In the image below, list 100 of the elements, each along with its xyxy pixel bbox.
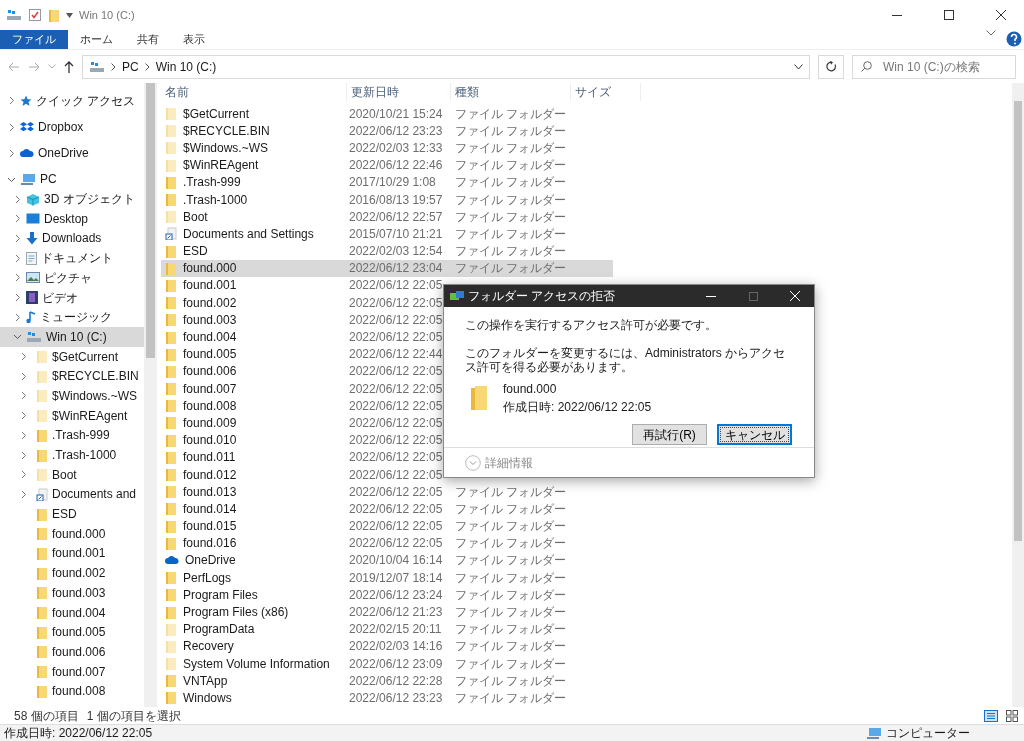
file-row[interactable]: OneDrive 2020/10/04 16:14 ファイル フォルダー — [161, 551, 613, 570]
back-arrow-icon — [8, 61, 20, 72]
breadcrumb-item[interactable]: PC — [122, 57, 139, 76]
sidebar-item[interactable]: ドキュメント — [0, 248, 144, 268]
dialog-button[interactable]: 再試行(R) — [632, 424, 707, 445]
sidebar-item[interactable]: found.001 — [0, 543, 144, 564]
music-note-icon — [26, 310, 36, 324]
file-row[interactable]: $Windows.~WS 2022/02/03 12:33 ファイル フォルダー — [161, 139, 613, 157]
file-row[interactable]: Recovery 2022/02/03 14:16 ファイル フォルダー — [161, 637, 613, 655]
file-row[interactable]: found.010 2022/06/12 22:05 — [161, 431, 613, 449]
sidebar-item[interactable]: found.007 — [0, 661, 144, 682]
sidebar-item[interactable]: $GetCurrent — [0, 346, 144, 367]
cube-icon — [26, 192, 40, 206]
search-field[interactable]: Win 10 (C:)の検索 — [852, 54, 1016, 79]
sidebar-item[interactable]: 3D オブジェクト — [0, 189, 144, 209]
forward-arrow-icon — [28, 61, 40, 72]
sidebar-item[interactable]: found.005 — [0, 622, 144, 643]
sidebar-item[interactable]: PC — [0, 169, 144, 190]
file-row[interactable]: Program Files (x86) 2022/06/12 21:23 ファイル フォルダー — [161, 603, 613, 621]
modified-date: 2022/06/12 22:05 — [348, 294, 444, 312]
breadcrumb-chevron-icon — [144, 62, 150, 71]
modified-date: 2022/06/12 22:28 — [348, 672, 444, 690]
file-row[interactable]: found.015 2022/06/12 22:05 ファイル フォルダー — [161, 517, 613, 535]
modified-date: 2022/06/12 23:23 — [348, 122, 444, 140]
file-row[interactable]: Boot 2022/06/12 22:57 ファイル フォルダー — [161, 208, 613, 226]
drive-icon — [26, 330, 42, 343]
file-row[interactable]: ESD 2022/02/03 12:54 ファイル フォルダー — [161, 242, 613, 260]
more-info-toggle[interactable]: 詳細情報 — [465, 453, 533, 472]
sidebar-item[interactable]: found.004 — [0, 602, 144, 623]
sidebar-item[interactable]: found.006 — [0, 642, 144, 662]
ribbon-tab[interactable]: 共有 — [125, 30, 171, 49]
expand-circle-icon — [465, 454, 481, 471]
file-name: found.002 — [183, 294, 237, 312]
sidebar-item[interactable]: $WinREAgent — [0, 405, 144, 426]
file-row[interactable]: .Trash-999 2017/10/29 1:08 ファイル フォルダー — [161, 173, 613, 191]
file-row[interactable]: found.016 2022/06/12 22:05 ファイル フォルダー — [161, 534, 613, 552]
sidebar-item[interactable]: Downloads — [0, 228, 144, 249]
breadcrumb-item[interactable]: Win 10 (C:) — [155, 57, 217, 76]
sidebar-item[interactable]: .Trash-1000 — [0, 445, 144, 465]
file-name: found.015 — [183, 518, 237, 536]
file-name: found.007 — [183, 380, 237, 398]
sidebar-item[interactable]: ミュージック — [0, 307, 144, 328]
file-row[interactable]: System Volume Information 2022/06/12 23:09 ファイル フォルダー — [161, 655, 613, 673]
sidebar-label: found.002 — [52, 565, 106, 583]
sidebar-item[interactable]: クイック アクセス — [0, 91, 144, 111]
sidebar-item[interactable]: found.008 — [0, 681, 144, 702]
file-row[interactable]: .Trash-1000 2016/08/13 19:57 ファイル フォルダー — [161, 190, 613, 209]
modified-date: 2022/06/12 22:05 — [348, 311, 444, 329]
sidebar-item[interactable]: Desktop — [0, 208, 144, 229]
sidebar-item[interactable]: ESD — [0, 504, 144, 524]
sidebar-item[interactable]: found.002 — [0, 563, 144, 583]
sidebar-item[interactable]: found.003 — [0, 583, 144, 603]
column-header[interactable]: サイズ — [571, 83, 641, 101]
sidebar-item[interactable]: Documents and — [0, 484, 144, 505]
help-icon — [1006, 31, 1022, 47]
sidebar-item[interactable]: found.000 — [0, 523, 144, 544]
sidebar-item[interactable]: ビデオ — [0, 287, 144, 308]
file-row[interactable]: PerfLogs 2019/12/07 18:14 ファイル フォルダー — [161, 569, 613, 587]
sidebar-item[interactable]: Dropbox — [0, 117, 144, 137]
column-header[interactable]: 名前 — [161, 83, 347, 101]
sidebar-label: OneDrive — [38, 145, 89, 163]
sidebar-item[interactable]: Boot — [0, 464, 144, 485]
sidebar-item[interactable]: $Windows.~WS — [0, 386, 144, 406]
sidebar-item[interactable]: Win 10 (C:) — [0, 327, 144, 347]
refresh-button[interactable] — [818, 54, 844, 79]
file-name: ESD — [183, 243, 208, 261]
dialog-button[interactable]: キャンセル — [717, 424, 792, 445]
file-row[interactable]: $GetCurrent 2020/10/21 15:24 ファイル フォルダー — [161, 105, 613, 123]
file-name: found.000 — [183, 260, 237, 278]
sidebar-item[interactable]: OneDrive — [0, 143, 144, 164]
file-list-scrollbar[interactable] — [1012, 83, 1024, 707]
column-header[interactable]: 種類 — [451, 83, 571, 101]
file-row[interactable]: found.013 2022/06/12 22:05 ファイル フォルダー — [161, 483, 613, 501]
file-row[interactable]: $WinREAgent 2022/06/12 22:46 ファイル フォルダー — [161, 156, 613, 174]
ribbon-tab[interactable]: 表示 — [171, 30, 217, 49]
address-bar[interactable]: PC Win 10 (C:) — [82, 54, 810, 79]
sidebar-item[interactable]: $RECYCLE.BIN — [0, 366, 144, 387]
file-row[interactable]: found.000 2022/06/12 23:04 ファイル フォルダー — [161, 259, 613, 277]
file-row[interactable]: Windows 2022/06/12 23:23 ファイル フォルダー — [161, 689, 613, 707]
sidebar-label: ミュージック — [40, 309, 112, 327]
sidebar-label: PC — [40, 171, 57, 189]
modified-date: 2022/06/12 22:05 — [348, 432, 444, 450]
ribbon-tab[interactable]: ファイル — [0, 30, 68, 49]
ribbon-tab[interactable]: ホーム — [68, 30, 125, 49]
sidebar-item[interactable]: .Trash-999 — [0, 425, 144, 446]
file-type: ファイル フォルダー — [454, 157, 568, 175]
sidebar-item[interactable]: ピクチャ — [0, 268, 144, 288]
file-name: $GetCurrent — [183, 105, 250, 123]
file-name: found.011 — [183, 449, 236, 467]
modified-date: 2022/06/12 22:05 — [348, 466, 444, 484]
file-name: VNTApp — [183, 672, 228, 690]
file-row[interactable]: $RECYCLE.BIN 2022/06/12 23:23 ファイル フォルダー — [161, 122, 613, 140]
column-header[interactable]: 更新日時 — [347, 83, 451, 101]
file-row[interactable]: Documents and Settings 2015/07/10 21:21 ファイル フォルダー — [161, 225, 613, 243]
sidebar-scrollbar[interactable] — [144, 83, 157, 707]
file-row[interactable]: Program Files 2022/06/12 23:24 ファイル フォルダー — [161, 586, 613, 604]
file-row[interactable]: ProgramData 2022/02/15 20:11 ファイル フォルダー — [161, 620, 613, 638]
file-row[interactable]: found.014 2022/06/12 22:05 ファイル フォルダー — [161, 500, 613, 518]
file-row[interactable]: found.009 2022/06/12 22:05 — [161, 414, 613, 432]
file-row[interactable]: VNTApp 2022/06/12 22:28 ファイル フォルダー — [161, 672, 613, 690]
